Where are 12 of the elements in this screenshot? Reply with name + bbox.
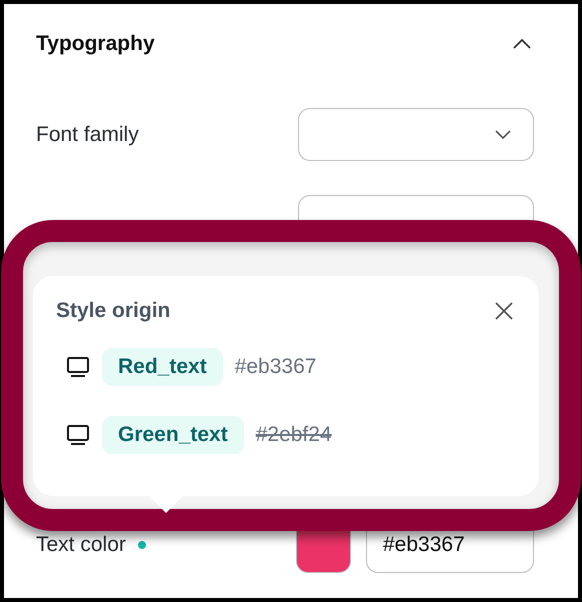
style-tag[interactable]: Red_text xyxy=(102,348,223,386)
chevron-down-icon xyxy=(495,130,511,139)
style-tag[interactable]: Green_text xyxy=(102,416,244,454)
popover-title: Style origin xyxy=(56,299,170,323)
section-title: Typography xyxy=(36,32,155,56)
color-value: #eb3367 xyxy=(234,355,316,379)
monitor-icon xyxy=(66,356,90,378)
field-label: Font family xyxy=(36,122,139,146)
close-icon[interactable] xyxy=(493,300,515,322)
field-label: Text color xyxy=(36,533,126,557)
color-value: #2ebf24 xyxy=(256,423,332,447)
monitor-icon xyxy=(66,424,90,446)
